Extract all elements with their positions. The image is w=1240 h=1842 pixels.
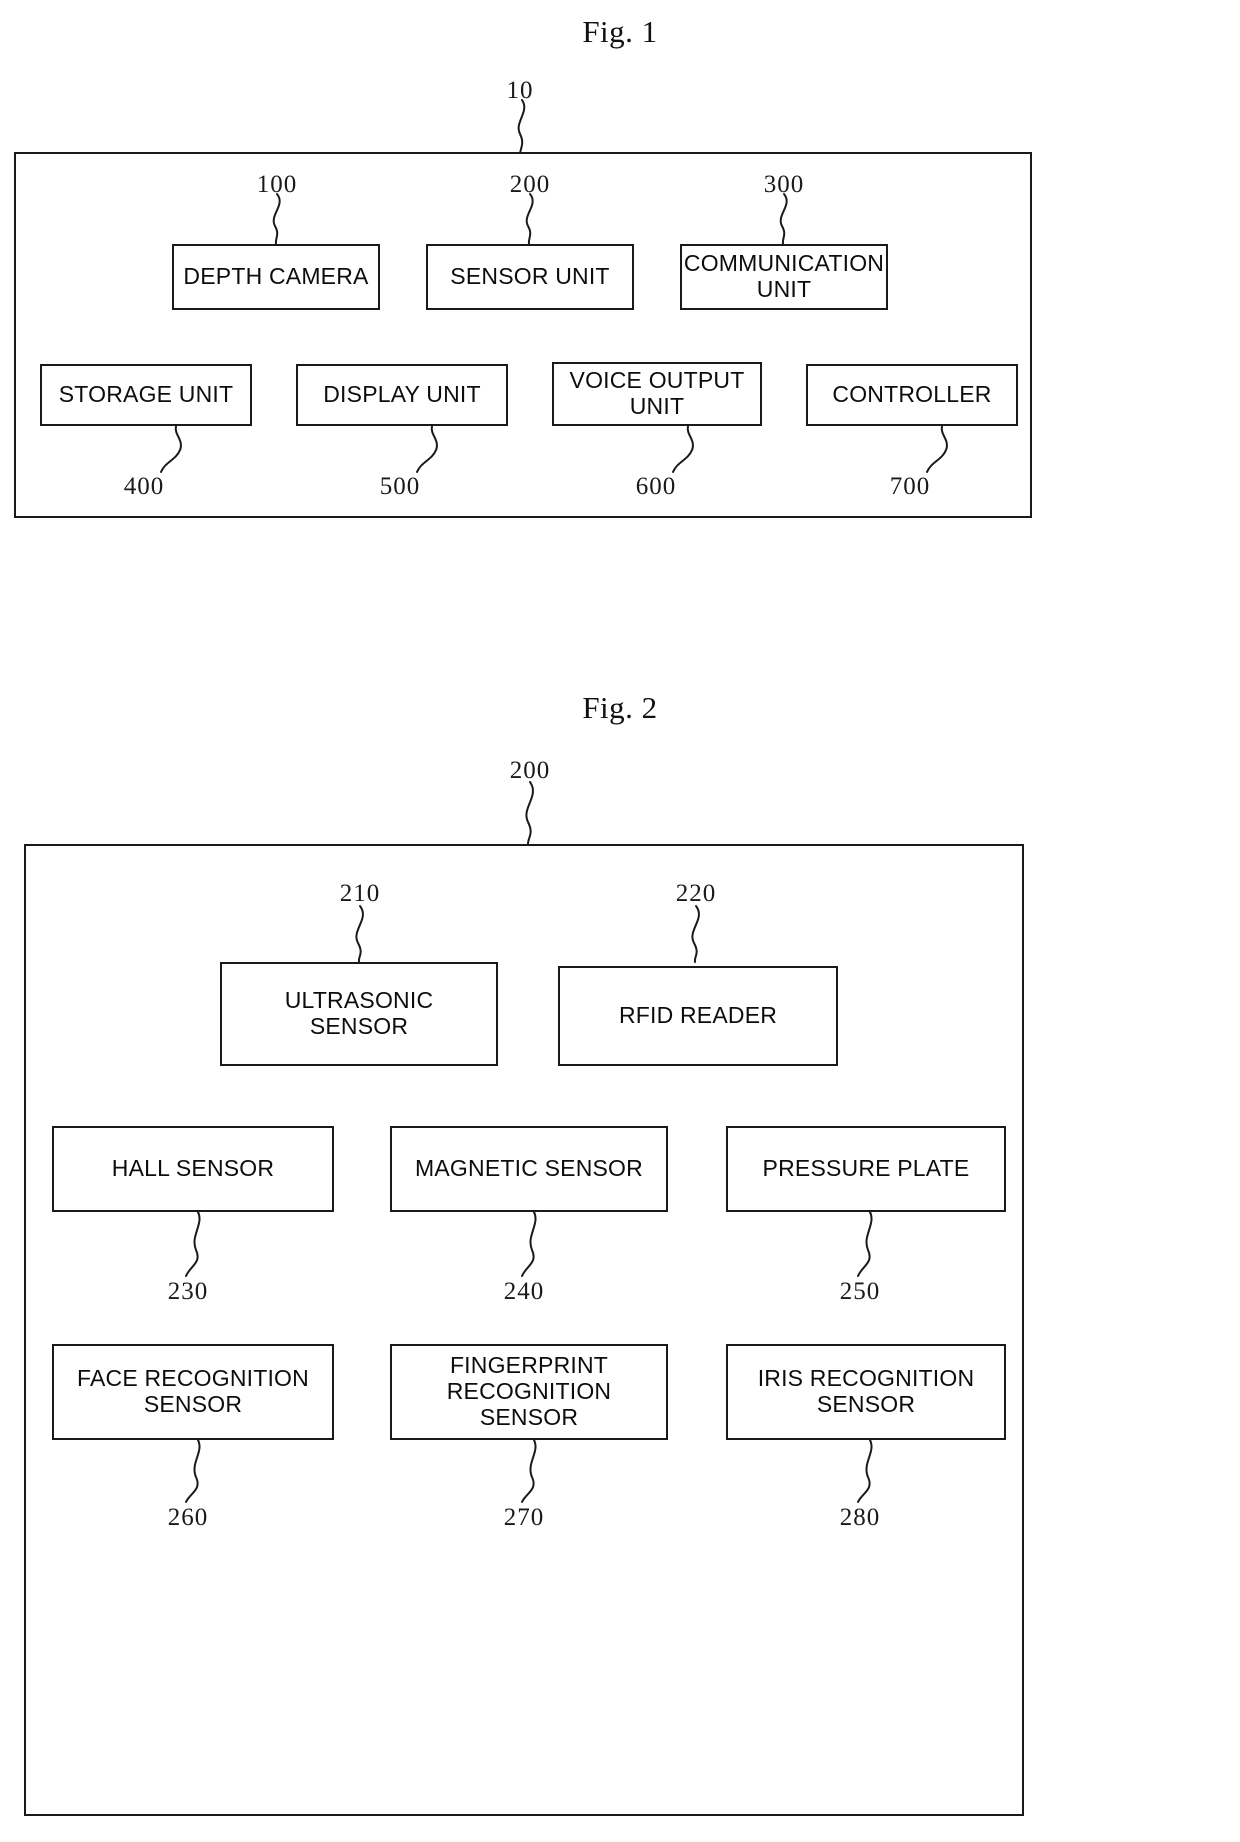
ref-number-400: 400 xyxy=(123,473,165,500)
leader-line-200-fig2 xyxy=(525,781,534,845)
figure-2-title: Fig. 2 xyxy=(582,690,658,725)
ref-number-230: 230 xyxy=(167,1278,209,1305)
ref-number-250: 250 xyxy=(839,1278,881,1305)
ref-number-260: 260 xyxy=(167,1504,209,1531)
node-ultrasonic-sensor[interactable]: ULTRASONIC SENSOR xyxy=(220,962,498,1066)
figure-1-title: Fig. 1 xyxy=(582,14,658,49)
ref-number-200: 200 xyxy=(509,171,551,198)
node-sensor-unit[interactable]: SENSOR UNIT xyxy=(426,244,634,310)
node-communication-unit[interactable]: COMMUNICATION UNIT xyxy=(680,244,888,310)
node-iris-recognition-sensor-label: IRIS RECOGNITION SENSOR xyxy=(757,1365,975,1417)
ref-number-10: 10 xyxy=(506,77,534,104)
node-pressure-plate-label: PRESSURE PLATE xyxy=(762,1155,970,1182)
node-face-recognition-sensor-label: FACE RECOGNITION SENSOR xyxy=(77,1365,309,1417)
ref-number-300: 300 xyxy=(763,171,805,198)
node-rfid-reader[interactable]: RFID READER xyxy=(558,966,838,1066)
node-communication-unit-label: COMMUNICATION UNIT xyxy=(683,250,885,302)
node-hall-sensor[interactable]: HALL SENSOR xyxy=(52,1126,334,1212)
ref-number-600: 600 xyxy=(635,473,677,500)
node-fingerprint-recognition-sensor[interactable]: FINGERPRINT RECOGNITION SENSOR xyxy=(390,1344,668,1440)
node-ultrasonic-sensor-label: ULTRASONIC SENSOR xyxy=(284,987,434,1039)
ref-number-100: 100 xyxy=(256,171,298,198)
node-pressure-plate[interactable]: PRESSURE PLATE xyxy=(726,1126,1006,1212)
node-iris-recognition-sensor[interactable]: IRIS RECOGNITION SENSOR xyxy=(726,1344,1006,1440)
node-magnetic-sensor-label: MAGNETIC SENSOR xyxy=(415,1155,643,1182)
ref-number-220: 220 xyxy=(675,880,717,907)
ref-number-500: 500 xyxy=(379,473,421,500)
node-display-unit[interactable]: DISPLAY UNIT xyxy=(296,364,508,426)
ref-number-280: 280 xyxy=(839,1504,881,1531)
node-storage-unit-label: STORAGE UNIT xyxy=(58,381,234,408)
ref-number-270: 270 xyxy=(503,1504,545,1531)
node-controller[interactable]: CONTROLLER xyxy=(806,364,1018,426)
node-face-recognition-sensor[interactable]: FACE RECOGNITION SENSOR xyxy=(52,1344,334,1440)
node-display-unit-label: DISPLAY UNIT xyxy=(323,381,481,408)
node-magnetic-sensor[interactable]: MAGNETIC SENSOR xyxy=(390,1126,668,1212)
figure-1-system-box xyxy=(14,152,1032,518)
ref-number-240: 240 xyxy=(503,1278,545,1305)
node-storage-unit[interactable]: STORAGE UNIT xyxy=(40,364,252,426)
node-voice-output-unit[interactable]: VOICE OUTPUT UNIT xyxy=(552,362,762,426)
node-sensor-unit-label: SENSOR UNIT xyxy=(450,263,610,290)
node-voice-output-unit-label: VOICE OUTPUT UNIT xyxy=(569,367,745,419)
ref-number-210: 210 xyxy=(339,880,381,907)
node-controller-label: CONTROLLER xyxy=(832,381,992,408)
node-depth-camera-label: DEPTH CAMERA xyxy=(183,263,369,290)
ref-number-200-fig2: 200 xyxy=(509,757,551,784)
node-depth-camera[interactable]: DEPTH CAMERA xyxy=(172,244,380,310)
ref-number-700: 700 xyxy=(889,473,931,500)
node-hall-sensor-label: HALL SENSOR xyxy=(111,1155,275,1182)
figure-2-sensor-unit-box xyxy=(24,844,1024,1816)
leader-line-10 xyxy=(517,99,526,156)
node-fingerprint-recognition-sensor-label: FINGERPRINT RECOGNITION SENSOR xyxy=(446,1352,612,1430)
node-rfid-reader-label: RFID READER xyxy=(618,1002,778,1029)
